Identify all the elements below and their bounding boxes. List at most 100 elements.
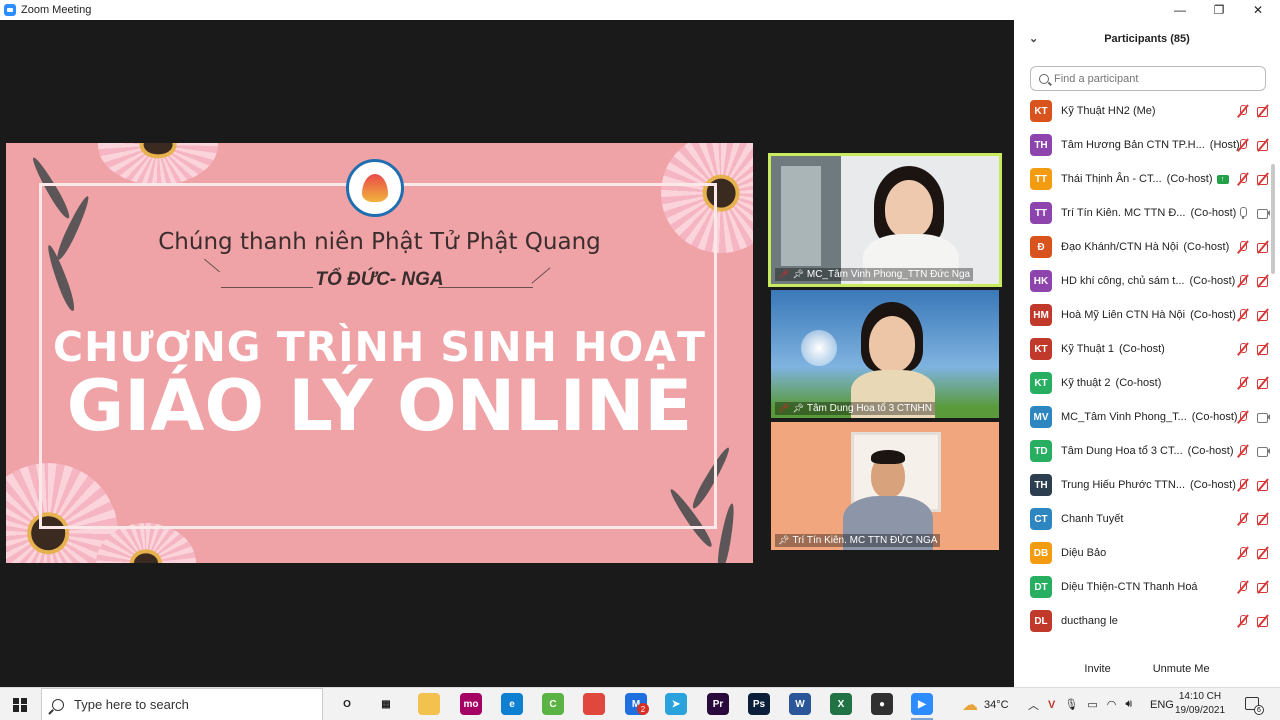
telegram-app-icon[interactable]: ➤ — [665, 693, 687, 715]
mic-muted-icon[interactable] — [1236, 240, 1250, 254]
video-off-icon[interactable] — [1256, 376, 1270, 390]
video-off-icon[interactable] — [1256, 512, 1270, 526]
mic-muted-icon[interactable] — [1236, 512, 1250, 526]
mic-muted-icon[interactable] — [1236, 546, 1250, 560]
participant-row[interactable]: DL ducthang le — [1014, 604, 1270, 638]
obs-app-icon[interactable]: ● — [871, 693, 893, 715]
invite-button[interactable]: Invite — [1074, 658, 1121, 679]
taskbar-clock[interactable]: 14:10 CH 19/09/2021 — [1172, 690, 1228, 718]
video-off-icon[interactable] — [1256, 546, 1270, 560]
mic-muted-icon[interactable] — [1236, 274, 1250, 288]
video-off-icon[interactable] — [1256, 342, 1270, 356]
start-button[interactable] — [0, 688, 40, 720]
participant-row[interactable]: KT Kỹ Thuật HN2 (Me) — [1014, 94, 1270, 128]
avatar: DT — [1030, 576, 1052, 598]
unmute-me-button[interactable]: Unmute Me — [1142, 658, 1220, 679]
video-off-icon[interactable] — [1256, 274, 1270, 288]
zoom-app-icon[interactable]: ▶ — [911, 693, 933, 720]
mic-muted-icon[interactable] — [1236, 172, 1250, 186]
video-off-icon[interactable] — [1256, 240, 1270, 254]
taskbar-search[interactable]: Type here to search — [41, 688, 323, 720]
minimize-button[interactable]: — — [1160, 0, 1200, 20]
participant-status-icons — [1236, 308, 1270, 322]
participant-row[interactable]: HK HD khí công, chủ sám t... (Co-host) — [1014, 264, 1270, 298]
close-button[interactable]: ✕ — [1238, 0, 1278, 20]
microphone-icon[interactable]: 🎙︎ — [1064, 698, 1078, 711]
excel-app-icon[interactable]: X — [830, 693, 852, 715]
chevron-down-icon[interactable]: ⌄ — [1029, 32, 1038, 45]
video-off-icon[interactable] — [1256, 308, 1270, 322]
participant-role: (Co-host) — [1190, 309, 1236, 321]
mic-muted-icon[interactable] — [1236, 478, 1250, 492]
mic-muted-icon[interactable] — [1236, 444, 1250, 458]
word-app-icon[interactable]: W — [789, 693, 811, 715]
video-tile[interactable]: 🎤︎ 📌︎ Tâm Dung Hoa tổ 3 CTNHN — [771, 290, 999, 418]
video-tile[interactable]: 🎤︎ 📌︎ MC_Tâm Vinh Phong_TTN Đức Nga — [768, 153, 1002, 287]
participant-row[interactable]: KT Kỹ Thuật 1 (Co-host) — [1014, 332, 1270, 366]
language-indicator[interactable]: ENG — [1150, 688, 1174, 720]
mic-muted-icon[interactable] — [1236, 138, 1250, 152]
multitask-app-icon[interactable]: ▦ — [375, 693, 397, 715]
mic-muted-icon[interactable] — [1236, 342, 1250, 356]
premiere-app-icon[interactable]: Pr — [707, 693, 729, 715]
antivirus-icon[interactable]: V — [1048, 699, 1055, 711]
participant-row[interactable]: HM Hoà Mỹ Liên CTN Hà Nội (Co-host) — [1014, 298, 1270, 332]
participant-search[interactable] — [1030, 66, 1266, 91]
task-view-app-icon[interactable]: O — [336, 693, 358, 715]
participant-name: Hoà Mỹ Liên CTN Hà Nội — [1061, 309, 1186, 321]
video-camera-icon[interactable] — [1256, 410, 1270, 424]
participant-status-icons — [1236, 376, 1270, 390]
video-off-icon[interactable] — [1256, 104, 1270, 118]
mic-muted-icon[interactable] — [1236, 614, 1250, 628]
taskbar-search-placeholder: Type here to search — [74, 697, 189, 712]
chevron-up-icon[interactable]: ︿ — [1028, 697, 1039, 713]
maximize-button[interactable]: ❐ — [1199, 0, 1239, 20]
pin-icon: 📌︎ — [792, 403, 804, 413]
video-off-icon[interactable] — [1256, 172, 1270, 186]
momo-app-icon[interactable]: mo — [460, 693, 482, 715]
mic-muted-icon: 🎤︎ — [778, 403, 790, 413]
edge-app-icon[interactable]: e — [501, 693, 523, 715]
video-off-icon[interactable] — [1256, 478, 1270, 492]
mic-muted-icon[interactable] — [1236, 308, 1250, 322]
avatar: TH — [1030, 134, 1052, 156]
participant-row[interactable]: DB Diệu Bảo — [1014, 536, 1270, 570]
shared-screen-slide[interactable]: Chúng thanh niên Phật Tử Phật Quang TỔ Đ… — [6, 143, 753, 563]
participant-row[interactable]: TH Trung Hiếu Phước TTN... (Co-host) — [1014, 468, 1270, 502]
wifi-icon[interactable]: ◠ — [1107, 698, 1117, 711]
video-off-icon[interactable] — [1256, 138, 1270, 152]
microphone-icon[interactable] — [1236, 206, 1250, 220]
video-camera-icon[interactable] — [1256, 206, 1270, 220]
file-explorer-app-icon[interactable] — [418, 693, 440, 715]
participant-status-icons — [1236, 546, 1270, 560]
participant-row[interactable]: Đ Đạo Khánh/CTN Hà Nội (Co-host) — [1014, 230, 1270, 264]
avatar: TT — [1030, 168, 1052, 190]
participant-row[interactable]: MV MC_Tâm Vinh Phong_T... (Co-host) — [1014, 400, 1270, 434]
participant-list-scrollbar[interactable] — [1270, 94, 1276, 654]
volume-icon[interactable]: 🔊︎ — [1125, 698, 1132, 711]
photoshop-app-icon[interactable]: Ps — [748, 693, 770, 715]
mic-muted-icon[interactable] — [1236, 376, 1250, 390]
video-tile[interactable]: 📌︎ Trí Tín Kiên. MC TTN ĐỨC NGA — [771, 422, 999, 550]
battery-icon[interactable]: ▭ — [1087, 698, 1097, 711]
participant-row[interactable]: TT Trí Tín Kiên. MC TTN Đ... (Co-host) — [1014, 196, 1270, 230]
video-camera-icon[interactable] — [1256, 444, 1270, 458]
weather-temperature: 34°C — [984, 698, 1009, 711]
avatar: HM — [1030, 304, 1052, 326]
participant-row[interactable]: TT Thái Thịnh Ân - CT... (Co-host) ↑ — [1014, 162, 1270, 196]
video-off-icon[interactable] — [1256, 614, 1270, 628]
participant-row[interactable]: CT Chanh Tuyết — [1014, 502, 1270, 536]
video-off-icon[interactable] — [1256, 580, 1270, 594]
participant-row[interactable]: KT Kỹ thuật 2 (Co-host) — [1014, 366, 1270, 400]
participant-row[interactable]: DT Diệu Thiện-CTN Thanh Hoá — [1014, 570, 1270, 604]
participant-row[interactable]: TD Tâm Dung Hoa tổ 3 CT... (Co-host) — [1014, 434, 1270, 468]
weather-widget[interactable]: ☁︎ 34°C — [962, 688, 1009, 720]
coccoc-app-icon[interactable]: C — [542, 693, 564, 715]
mic-muted-icon[interactable] — [1236, 410, 1250, 424]
participant-search-input[interactable] — [1054, 72, 1254, 85]
chrome-app-icon[interactable] — [583, 693, 605, 715]
mic-muted-icon[interactable] — [1236, 104, 1250, 118]
participant-role: (Co-host) — [1189, 275, 1236, 287]
mic-muted-icon[interactable] — [1236, 580, 1250, 594]
participant-row[interactable]: TH Tâm Hương Bản CTN TP.H... (Host) — [1014, 128, 1270, 162]
